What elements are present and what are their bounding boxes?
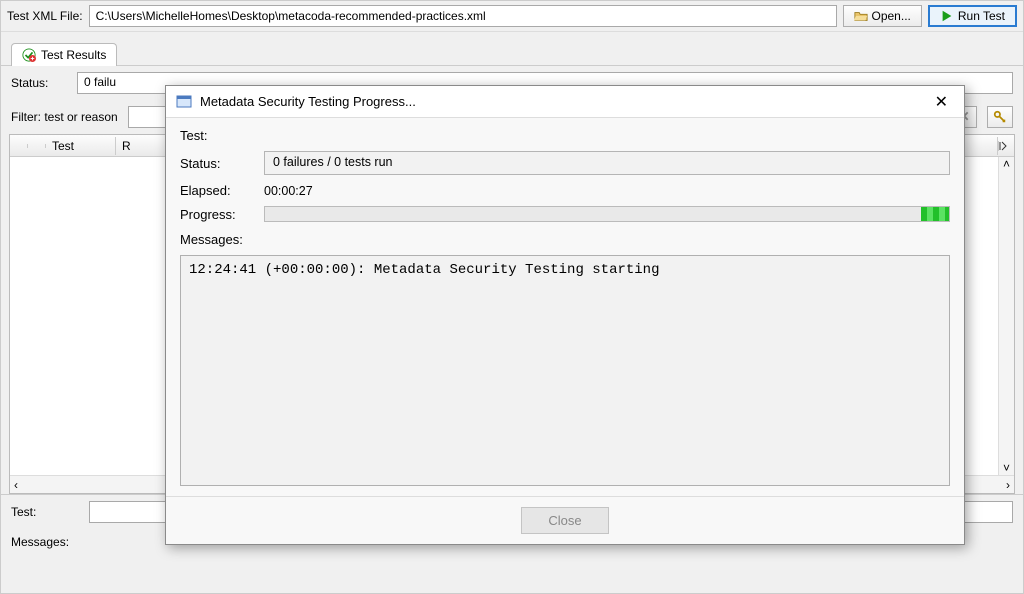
dialog-title: Metadata Security Testing Progress... (200, 94, 416, 109)
dlg-test-label: Test: (180, 128, 252, 143)
dlg-status-box: 0 failures / 0 tests run (264, 151, 950, 175)
key-icon (993, 110, 1007, 124)
tab-strip: Test Results (1, 32, 1023, 66)
run-test-button[interactable]: Run Test (928, 5, 1017, 27)
vertical-scrollbar[interactable]: ˄ ˅ (998, 157, 1014, 475)
close-icon: ✕ (935, 94, 948, 111)
dlg-progress-label: Progress: (180, 207, 252, 222)
scroll-left-icon[interactable]: ‹ (14, 478, 18, 492)
filter-label: Filter: test or reason (11, 110, 118, 124)
columns-pager-icon[interactable] (998, 141, 1014, 151)
dialog-close-button[interactable]: ✕ (929, 92, 954, 112)
dialog-body: Test: Status: 0 failures / 0 tests run E… (166, 118, 964, 496)
dialog-titlebar: Metadata Security Testing Progress... ✕ (166, 86, 964, 118)
progress-indicator (921, 207, 949, 221)
open-button-label: Open... (872, 9, 911, 23)
col-selector[interactable] (10, 144, 28, 148)
dlg-status-label: Status: (180, 156, 252, 171)
status-label: Status: (11, 76, 67, 90)
folder-open-icon (854, 9, 868, 23)
dlg-elapsed-value: 00:00:27 (264, 184, 313, 198)
dlg-messages-label: Messages: (180, 232, 950, 247)
dialog-footer: Close (166, 496, 964, 544)
app-icon (176, 94, 192, 110)
run-test-button-label: Run Test (958, 9, 1005, 23)
scroll-down-icon[interactable]: ˅ (1003, 461, 1010, 475)
dialog-close-action-button: Close (521, 507, 608, 534)
scroll-right-icon[interactable]: › (1006, 478, 1010, 492)
progress-bar (264, 206, 950, 222)
dlg-messages-box: 12:24:41 (+00:00:00): Metadata Security … (180, 255, 950, 486)
file-label: Test XML File: (7, 9, 83, 23)
open-button[interactable]: Open... (843, 5, 922, 27)
footer-messages-label: Messages: (11, 535, 79, 549)
footer-test-label: Test: (11, 505, 79, 519)
file-path-input[interactable] (89, 5, 837, 27)
scroll-up-icon[interactable]: ˄ (1003, 157, 1010, 171)
dlg-elapsed-label: Elapsed: (180, 183, 252, 198)
tab-test-results[interactable]: Test Results (11, 43, 117, 66)
results-icon (22, 48, 36, 62)
play-icon (940, 9, 954, 23)
filter-options-button[interactable] (987, 106, 1013, 128)
tab-label: Test Results (41, 48, 106, 62)
col-test[interactable]: Test (46, 137, 116, 155)
progress-dialog: Metadata Security Testing Progress... ✕ … (165, 85, 965, 545)
top-toolbar: Test XML File: Open... Run Test (1, 1, 1023, 32)
col-status-icon[interactable] (28, 144, 46, 148)
